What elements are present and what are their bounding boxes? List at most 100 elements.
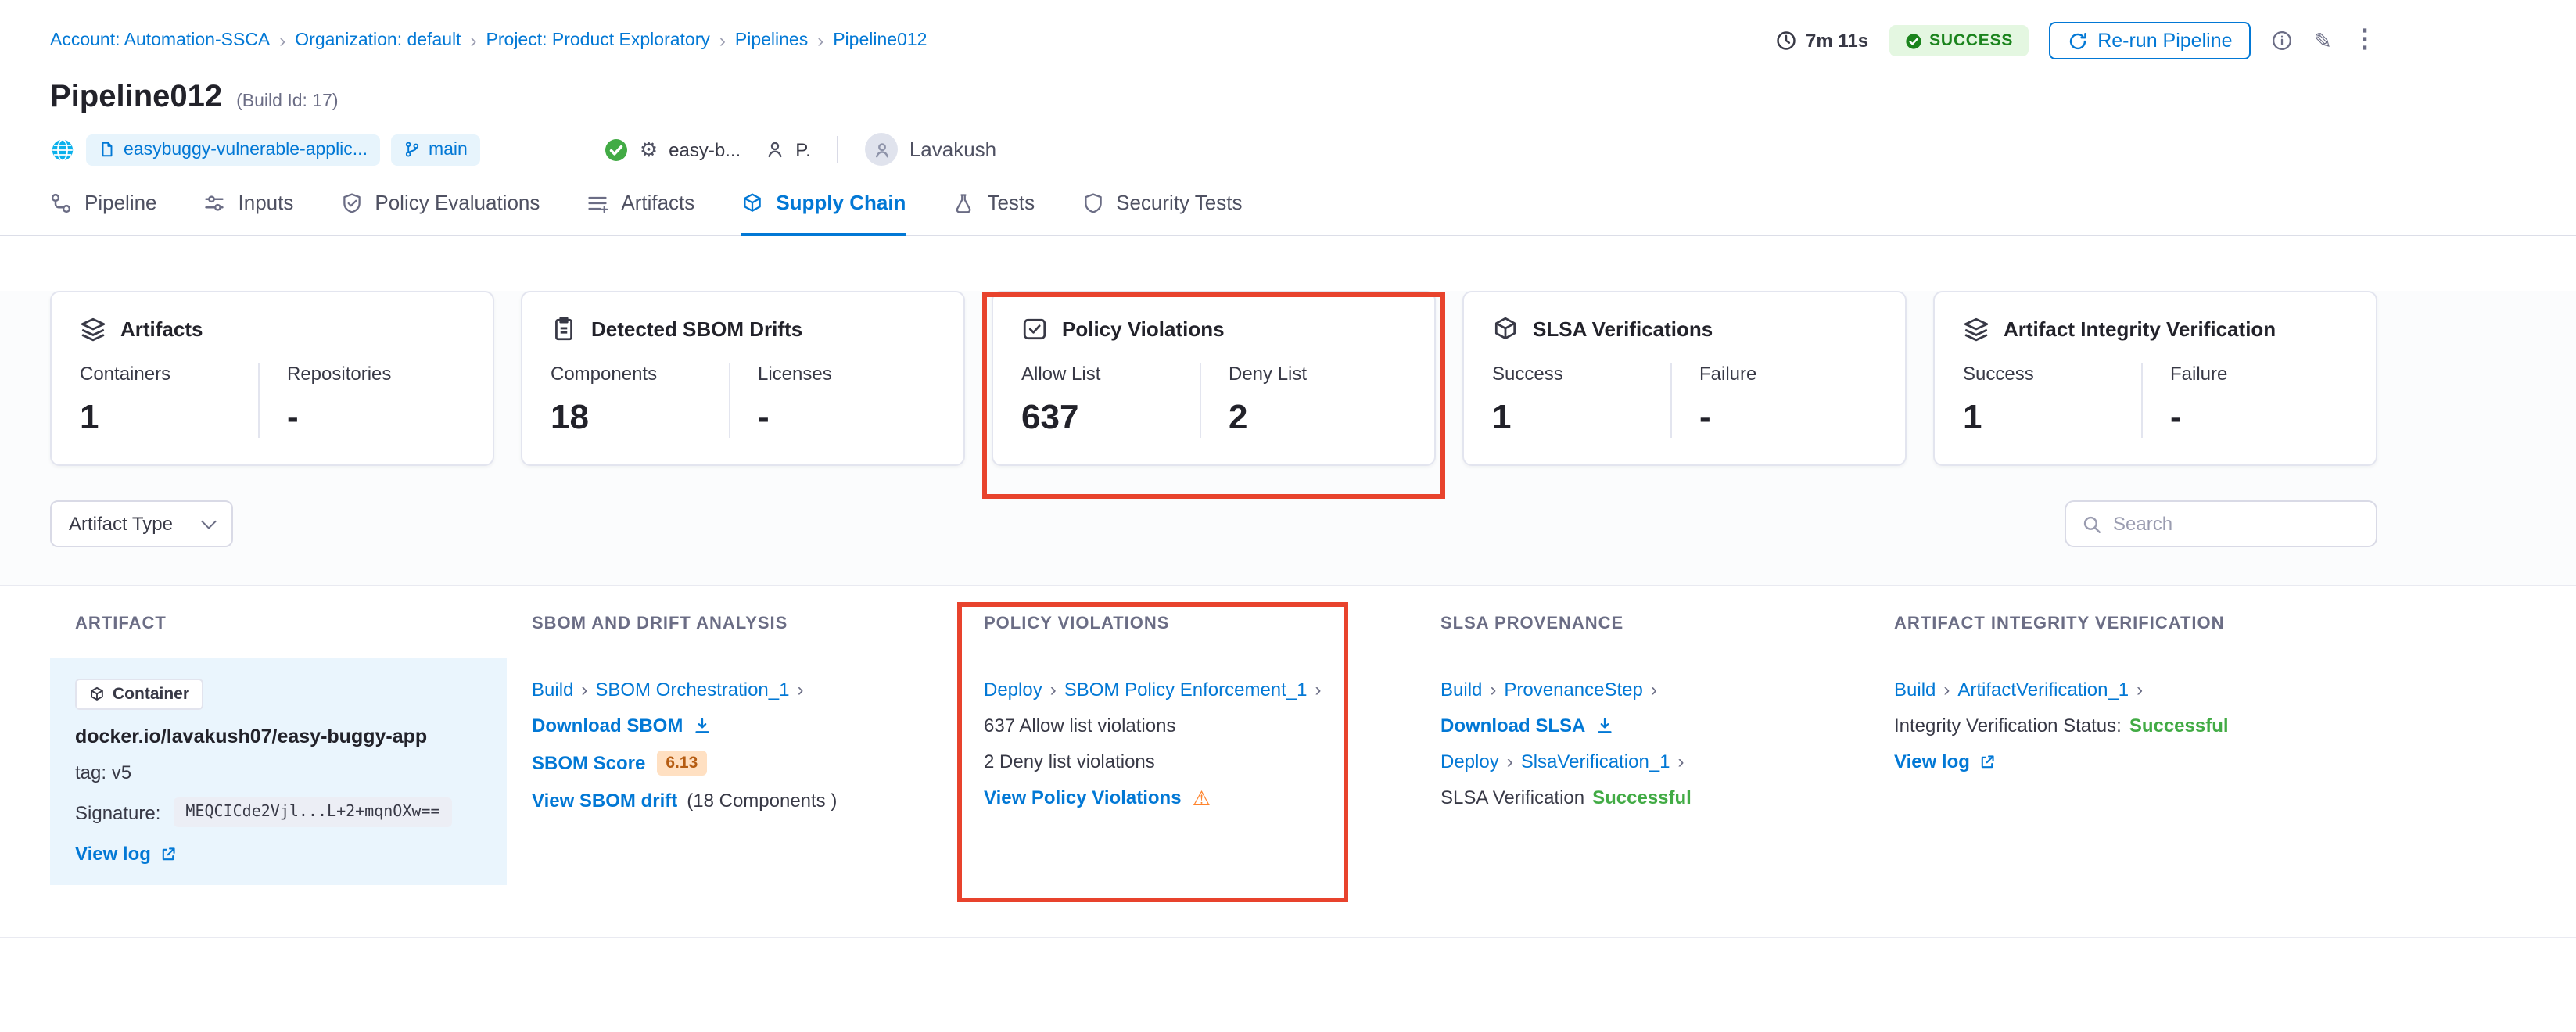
- column-header-slsa: SLSA PROVENANCE: [1415, 586, 1869, 658]
- table-row: Container docker.io/lavakush07/easy-bugg…: [50, 658, 2377, 885]
- warning-icon: ⚠: [1193, 787, 1211, 808]
- tab-label: Supply Chain: [776, 191, 906, 214]
- card-policy-violations: Policy Violations Allow List637 Deny Lis…: [992, 291, 1436, 466]
- column-header-integrity: ARTIFACT INTEGRITY VERIFICATION: [1869, 586, 2377, 658]
- artifact-type-dropdown[interactable]: Artifact Type: [50, 500, 234, 547]
- tab-policy-evaluations[interactable]: Policy Evaluations: [340, 191, 540, 236]
- edit-icon: ✎: [2314, 30, 2332, 52]
- column-header-sbom: SBOM AND DRIFT ANALYSIS: [507, 586, 959, 658]
- tab-label: Tests: [987, 191, 1035, 214]
- chevron-right-icon: [1482, 679, 1504, 701]
- supply-chain-icon: [741, 192, 763, 213]
- breadcrumb-pipeline012[interactable]: Pipeline012: [833, 31, 927, 50]
- metric-value: -: [2170, 397, 2348, 438]
- container-icon: [89, 686, 105, 702]
- tab-label: Policy Evaluations: [375, 191, 540, 214]
- view-sbom-drift-link[interactable]: View SBOM drift: [532, 790, 677, 812]
- inputs-icon: [204, 192, 226, 213]
- chevron-right-icon: [790, 679, 812, 701]
- external-link-icon: [1979, 753, 1997, 770]
- metric-value: -: [287, 397, 465, 438]
- step-link[interactable]: ProvenanceStep: [1504, 679, 1642, 701]
- artifacts-icon: [587, 192, 608, 213]
- metric-label: Failure: [1699, 363, 1877, 385]
- branch-name: main: [429, 140, 468, 159]
- stage-link[interactable]: Build: [532, 679, 573, 701]
- stage-link[interactable]: Deploy: [1440, 751, 1499, 772]
- step-link[interactable]: SBOM Orchestration_1: [595, 679, 789, 701]
- breadcrumb-account[interactable]: Account: Automation-SSCA: [50, 31, 270, 50]
- tab-security-tests[interactable]: Security Tests: [1082, 191, 1242, 236]
- sbom-score-link[interactable]: SBOM Score: [532, 752, 645, 774]
- signature-value[interactable]: MEQCICde2Vjl...L+2+mqnOXw==: [173, 797, 452, 827]
- stage-link[interactable]: Build: [1440, 679, 1482, 701]
- step-link[interactable]: SBOM Policy Enforcement_1: [1064, 679, 1308, 701]
- view-log-link[interactable]: View log: [1894, 751, 1970, 772]
- filter-row: Artifact Type: [50, 500, 2377, 547]
- rerun-icon: [2068, 30, 2088, 51]
- metric-value: -: [758, 397, 935, 438]
- table-header-row: ARTIFACT SBOM AND DRIFT ANALYSIS POLICY …: [50, 586, 2377, 658]
- artifacts-card-icon: [80, 316, 106, 342]
- search-input[interactable]: [2113, 513, 2360, 535]
- tab-inputs[interactable]: Inputs: [204, 191, 294, 236]
- download-icon: [1595, 716, 1613, 735]
- artifact-image-name: docker.io/lavakush07/easy-buggy-app: [75, 726, 482, 747]
- tab-pipeline[interactable]: Pipeline: [50, 191, 157, 236]
- policy-violations-cell: Deploy SBOM Policy Enforcement_1 637 All…: [959, 658, 1415, 885]
- tab-supply-chain[interactable]: Supply Chain: [741, 191, 906, 236]
- breadcrumb-project[interactable]: Project: Product Exploratory: [486, 31, 710, 50]
- breadcrumb-organization[interactable]: Organization: default: [295, 31, 461, 50]
- download-slsa-link[interactable]: Download SLSA: [1440, 715, 1585, 736]
- repo-chip[interactable]: easybuggy-vulnerable-applic...: [86, 134, 380, 165]
- integrity-status: Successful: [2129, 715, 2229, 736]
- metric-label: Components: [551, 363, 728, 385]
- metric-label: Success: [1492, 363, 1670, 385]
- chevron-right-icon: [710, 30, 735, 52]
- chevron-right-icon: [270, 30, 295, 52]
- download-sbom-link[interactable]: Download SBOM: [532, 715, 683, 736]
- rerun-pipeline-button[interactable]: Re-run Pipeline: [2049, 22, 2251, 59]
- edit-pipeline-button[interactable]: ✎: [2314, 30, 2332, 52]
- tab-label: Artifacts: [621, 191, 694, 214]
- bottom-spacer: [0, 938, 2576, 1007]
- chevron-right-icon: [808, 30, 833, 52]
- integrity-status-label: Integrity Verification Status:: [1894, 715, 2122, 736]
- info-button[interactable]: [2272, 30, 2294, 52]
- stage-link[interactable]: Build: [1894, 679, 1936, 701]
- column-header-policy-violations: POLICY VIOLATIONS: [959, 586, 1415, 658]
- step-link[interactable]: SlsaVerification_1: [1521, 751, 1670, 772]
- chevron-right-icon: [1499, 751, 1521, 772]
- card-sbom-drifts: Detected SBOM Drifts Components18 Licens…: [521, 291, 965, 466]
- metric-value: 1: [1963, 397, 2140, 438]
- chevron-down-icon: [202, 513, 217, 529]
- breadcrumb-pipelines[interactable]: Pipelines: [735, 31, 808, 50]
- user-icon: [764, 139, 784, 159]
- tab-artifacts[interactable]: Artifacts: [587, 191, 694, 236]
- user-icon: [873, 140, 892, 159]
- metric-value: 18: [551, 397, 728, 438]
- view-log-link[interactable]: View log: [75, 843, 151, 865]
- branch-chip[interactable]: main: [391, 134, 480, 165]
- step-link[interactable]: ArtifactVerification_1: [1957, 679, 2129, 701]
- app-window: Account: Automation-SSCA Organization: d…: [0, 0, 2576, 1032]
- stage-link[interactable]: Deploy: [984, 679, 1042, 701]
- user-name: Lavakush: [909, 138, 996, 161]
- git-branch-icon: [404, 141, 421, 158]
- avatar: [866, 133, 899, 166]
- page-header: Pipeline012 (Build Id: 17): [0, 59, 2576, 116]
- repository-icon: [99, 141, 116, 158]
- tab-tests[interactable]: Tests: [953, 191, 1035, 236]
- tab-label: Inputs: [239, 191, 294, 214]
- info-icon: [2272, 30, 2294, 52]
- slsa-card-icon: [1492, 316, 1519, 342]
- shield-check-icon: [340, 192, 362, 213]
- card-title: SLSA Verifications: [1533, 317, 1713, 341]
- tests-icon: [953, 192, 974, 213]
- chevron-right-icon: [1936, 679, 1957, 701]
- view-policy-violations-link[interactable]: View Policy Violations: [984, 787, 1182, 808]
- tab-label: Pipeline: [84, 191, 157, 214]
- more-options-button[interactable]: ⋮: [2352, 28, 2377, 53]
- artifact-cell: Container docker.io/lavakush07/easy-bugg…: [50, 658, 507, 885]
- kebab-menu-icon: ⋮: [2352, 28, 2377, 53]
